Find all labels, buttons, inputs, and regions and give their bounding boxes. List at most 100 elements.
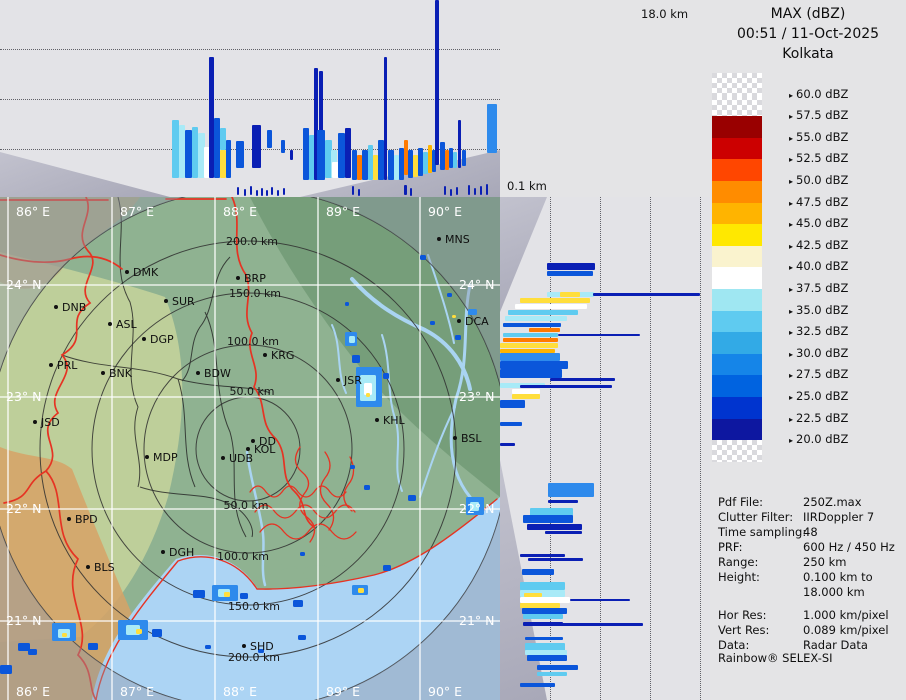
city-label: DNB (62, 301, 86, 314)
legend-threshold-label: ▸ 30.0 dBZ (789, 345, 849, 360)
latitude-label: 22° N (6, 501, 41, 516)
echo-bar (523, 515, 573, 523)
echo-bar (520, 298, 590, 303)
arrow-icon: ▸ (789, 177, 794, 186)
latitude-label: 21° N (6, 613, 41, 628)
echo-cell (383, 565, 391, 571)
echo-cell (408, 495, 416, 501)
metadata-timesampling: Time sampling: (718, 525, 807, 539)
echo-cell (293, 600, 303, 607)
latitude-label: 24° N (6, 277, 41, 292)
echo-bar (474, 188, 476, 195)
echo-bar (548, 500, 578, 503)
city-label: KRG (271, 349, 294, 362)
city-label: BRP (244, 272, 266, 285)
legend-band-3 (712, 137, 762, 160)
city-label: BNK (109, 367, 133, 380)
echo-bar (537, 665, 578, 670)
height-gridline (0, 49, 500, 50)
arrow-icon: ▸ (789, 371, 794, 381)
longitude-label: 88° E (223, 204, 257, 219)
product-datetime: 00:51 / 11-Oct-2025 (736, 26, 880, 42)
echo-cell (452, 315, 456, 318)
echo-cell (205, 645, 211, 649)
longitude-label: 88° E (223, 684, 257, 699)
radar-map: 200.0 km 150.0 km 100.0 km 50.0 km 50.0 km 10… (0, 188, 509, 700)
echo-cell (420, 255, 426, 260)
echo-bar (508, 310, 578, 315)
software-brand: Rainbow® SELEX-SI (718, 651, 833, 665)
echo-bar (515, 304, 587, 309)
echo-cell (349, 336, 355, 343)
echo-bar (500, 422, 522, 426)
axis-top-height-label: 18.0 km (641, 7, 689, 21)
latitude-label: 24° N (459, 277, 494, 292)
city-label: ASL (116, 318, 138, 331)
echo-bar (435, 0, 439, 165)
legend-band-16 (712, 418, 762, 441)
height-gridline (0, 99, 500, 100)
echo-cell (350, 465, 355, 469)
metadata-prf: PRF: (718, 540, 743, 554)
legend-band-15 (712, 396, 762, 419)
legend-threshold-label: ▸ 25.0 dBZ (789, 389, 849, 403)
echo-bar (503, 323, 561, 327)
echo-bar (545, 531, 582, 534)
longitude-label: 90° E (428, 684, 462, 699)
arrow-icon: ▸ (789, 198, 794, 208)
city-label: JSR (343, 374, 362, 387)
legend-band-1 (712, 94, 762, 117)
echo-bar (500, 361, 568, 369)
legend-band-9 (712, 267, 762, 289)
city-dot (196, 371, 200, 375)
city-dot (49, 363, 53, 367)
height-gridline (700, 197, 701, 700)
echo-cell (0, 665, 12, 674)
city-dot (457, 319, 461, 323)
city-label: DGH (169, 546, 194, 559)
legend-threshold-label: ▸ 47.5 dBZ (789, 194, 849, 209)
longitude-label: 90° E (428, 204, 462, 219)
echo-bar (172, 120, 179, 178)
metadata-clutterfilter: Clutter Filter: (718, 510, 794, 524)
echo-bar (593, 293, 700, 296)
echo-cell (383, 373, 389, 379)
echo-bar (261, 188, 263, 196)
echo-cell (345, 302, 349, 306)
echo-bar (550, 378, 615, 381)
legend-threshold-label: ▸ 45.0 dBZ (789, 216, 849, 231)
echo-bar (522, 569, 554, 575)
city-label: PRL (57, 359, 78, 372)
city-dot (242, 644, 246, 648)
city-dot (236, 276, 240, 280)
echo-cell (62, 633, 67, 637)
legend-threshold-label: ▸ 52.5 dBZ (789, 151, 849, 166)
city-dot (437, 237, 441, 241)
arrow-icon: ▸ (789, 220, 794, 230)
out-of-range-wedge (0, 152, 170, 197)
arrow-icon: ▸ (789, 328, 794, 338)
echo-bar (560, 292, 580, 297)
echo-bar (503, 338, 558, 342)
echo-bar (570, 599, 630, 601)
echo-bar (236, 141, 244, 168)
city-label: KOL (254, 443, 276, 456)
legend-threshold-label: ▸ 20.0 dBZ (789, 432, 849, 447)
echo-bar (453, 152, 457, 168)
top-profile-panel (0, 0, 500, 197)
echo-cell (28, 649, 37, 655)
legend-threshold-label: ▸ 55.0 dBZ (789, 129, 849, 144)
echo-bar (529, 328, 560, 332)
echo-bar (520, 683, 555, 687)
longitude-label: 89° E (326, 204, 360, 219)
echo-bar (290, 150, 293, 160)
city-dot (453, 436, 457, 440)
city-dot (164, 299, 168, 303)
echo-bar (185, 130, 192, 178)
echo-bar (540, 623, 643, 626)
city-dot (54, 305, 58, 309)
echo-bar (487, 104, 497, 153)
city-dot (161, 550, 165, 554)
range-ring-label: 50.0 km (223, 499, 268, 512)
echo-cell (358, 588, 364, 593)
